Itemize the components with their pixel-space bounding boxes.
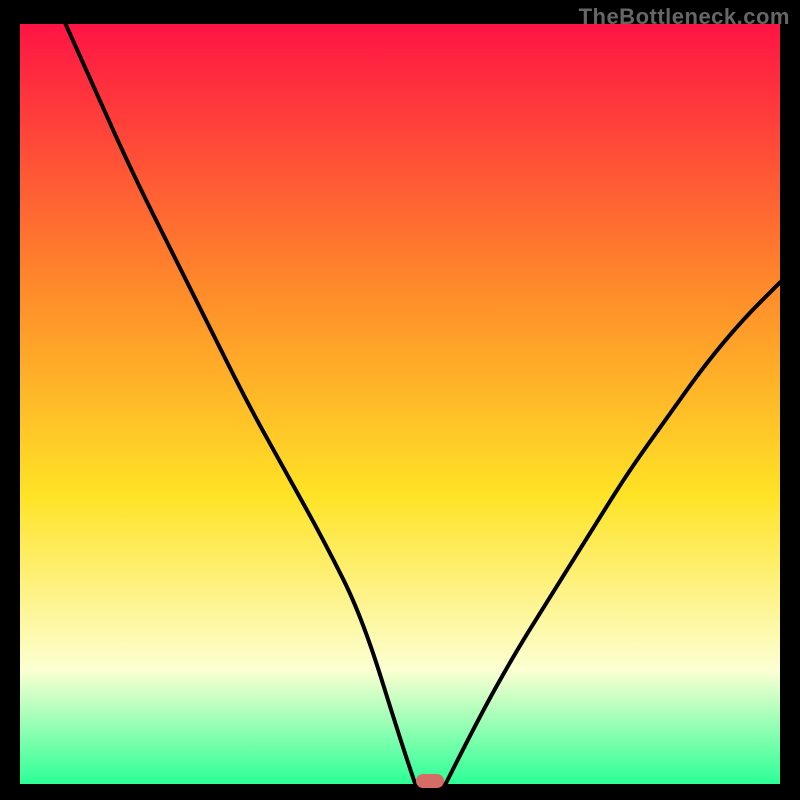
chart-svg	[20, 24, 780, 784]
minimum-marker	[416, 774, 444, 788]
plot-area	[20, 24, 780, 784]
chart-frame: TheBottleneck.com	[0, 0, 800, 800]
gradient-background	[20, 24, 780, 784]
